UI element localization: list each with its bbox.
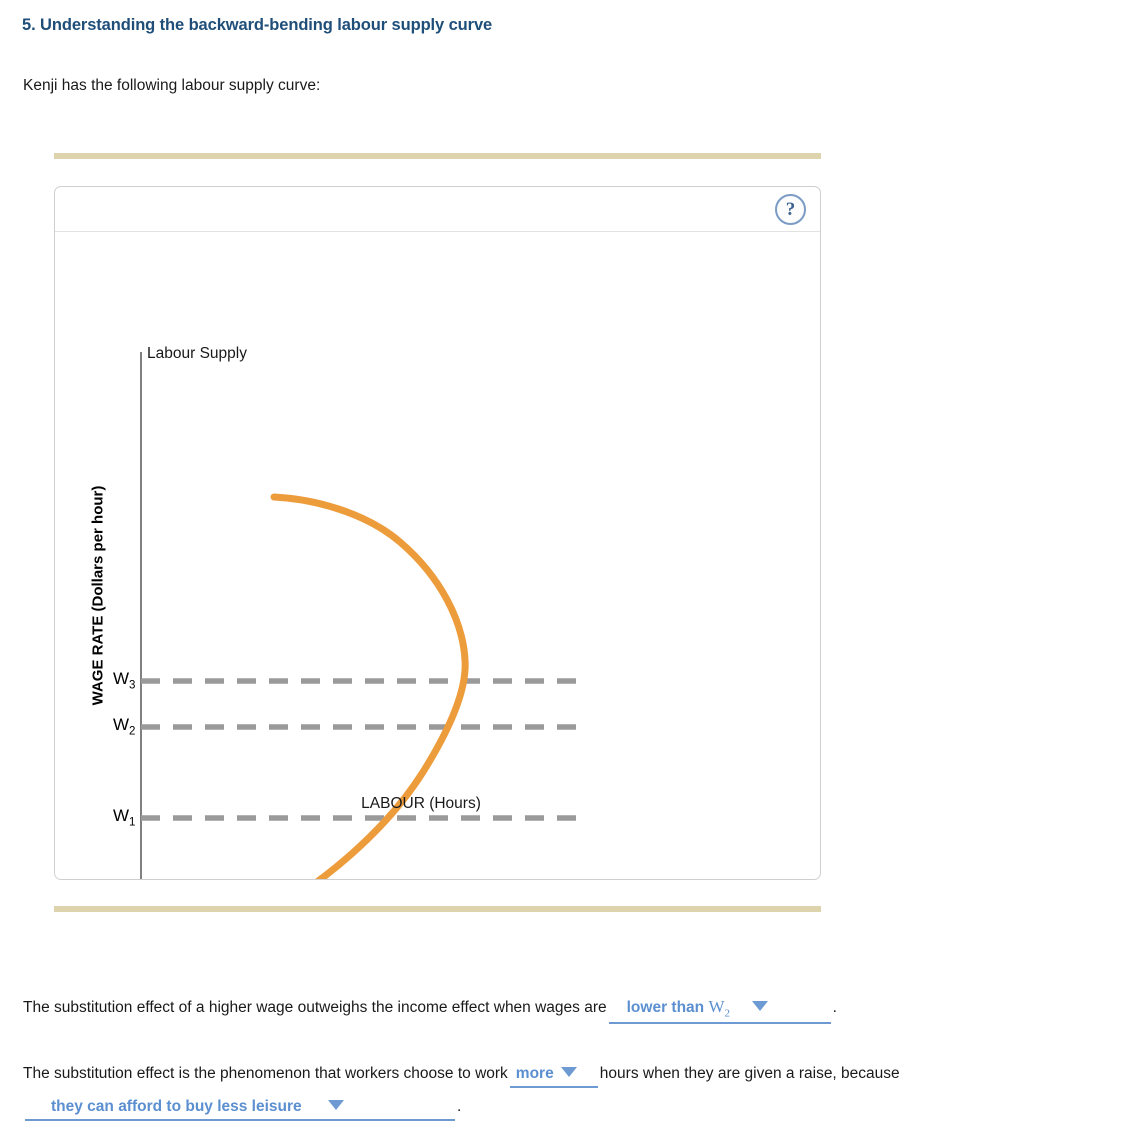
dropdown-hours-direction[interactable]: more xyxy=(509,1065,598,1088)
statement-3: they can afford to buy less leisure. xyxy=(23,1098,461,1121)
statement-3-suffix: . xyxy=(457,1098,462,1115)
chevron-down-icon[interactable] xyxy=(560,1066,577,1077)
chart-panel: ? Labour Supply WAGE RATE (Dollars per h… xyxy=(54,186,821,880)
statement-2: The substitution effect is the phenomeno… xyxy=(23,1065,900,1088)
y-tick-label-w2: W2 xyxy=(113,715,136,738)
y-tick-label-w3: W3 xyxy=(113,669,136,692)
divider-bottom xyxy=(54,906,821,912)
dropdown-hours-direction-value: more xyxy=(515,1065,554,1082)
chart-canvas: Labour Supply WAGE RATE (Dollars per hou… xyxy=(55,232,820,879)
dropdown-reason-value: they can afford to buy less leisure xyxy=(51,1098,302,1115)
page-root: 5. Understanding the backward-bending la… xyxy=(0,0,1148,1136)
curve-label: Labour Supply xyxy=(147,345,247,362)
dropdown-wage-comparison-value: lower than W2 xyxy=(626,997,730,1020)
statement-1: The substitution effect of a higher wage… xyxy=(23,997,837,1025)
question-intro-text: Kenji has the following labour supply cu… xyxy=(23,77,321,94)
statement-2-prefix: The substitution effect is the phenomeno… xyxy=(23,1065,508,1082)
x-axis-label: LABOUR (Hours) xyxy=(361,795,481,812)
help-icon[interactable]: ? xyxy=(775,194,806,225)
page-title: 5. Understanding the backward-bending la… xyxy=(22,16,493,34)
dropdown-reason[interactable]: they can afford to buy less leisure xyxy=(25,1098,455,1121)
dropdown-wage-comparison[interactable]: lower than W2 xyxy=(608,997,831,1025)
labour-supply-curve xyxy=(270,493,469,879)
statement-1-suffix: . xyxy=(832,999,837,1016)
y-axis-label: WAGE RATE (Dollars per hour) xyxy=(89,485,107,706)
divider-top xyxy=(54,153,821,159)
chart-panel-header: ? xyxy=(55,187,820,232)
labour-supply-chart xyxy=(140,352,587,879)
chevron-down-icon[interactable] xyxy=(327,1099,344,1110)
chevron-down-icon[interactable] xyxy=(752,1000,768,1011)
y-tick-label-w1: W1 xyxy=(113,806,136,829)
statement-1-prefix: The substitution effect of a higher wage… xyxy=(23,999,607,1016)
statement-2-suffix: hours when they are given a raise, becau… xyxy=(599,1065,900,1082)
